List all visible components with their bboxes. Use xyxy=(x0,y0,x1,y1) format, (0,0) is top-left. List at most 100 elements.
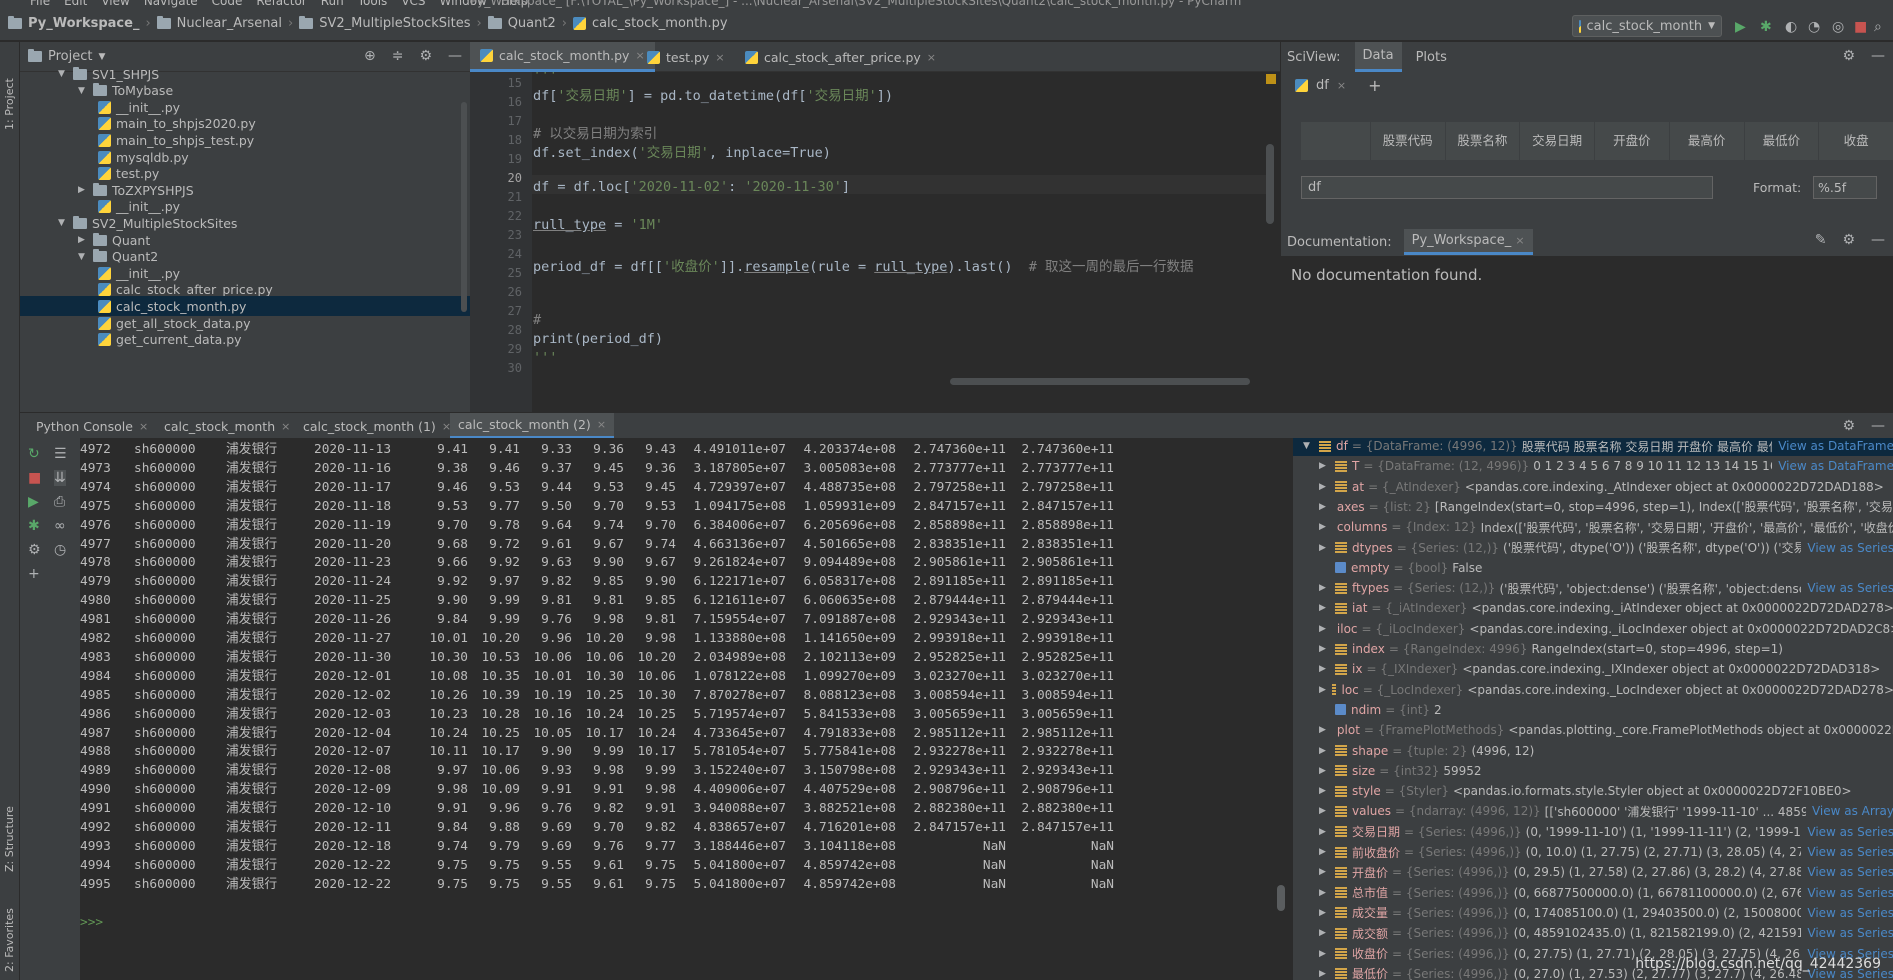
coverage-icon[interactable]: ◐ xyxy=(1785,19,1797,35)
view-as-link[interactable]: View as Series xyxy=(1801,845,1893,859)
close-icon[interactable]: × xyxy=(139,420,148,433)
history-icon[interactable]: ◷ xyxy=(54,542,66,558)
breadcrumb-item[interactable]: calc_stock_month.py xyxy=(592,16,728,31)
variable-row[interactable]: ▶ axes = {list: 2} [RangeIndex(start=0, sto… xyxy=(1293,497,1893,517)
variable-row[interactable]: ▶ ix = {_IXIndexer} <pandas.core.indexing._… xyxy=(1293,659,1893,679)
tab-calc-stock-month[interactable]: calc_stock_month.py × xyxy=(470,42,655,72)
chevron-right-icon[interactable]: ▶ xyxy=(1319,461,1329,471)
tab-calc-stock-month-run-1[interactable]: calc_stock_month (1) × xyxy=(295,413,459,439)
chevron-right-icon[interactable]: ▶ xyxy=(1319,644,1329,654)
view-as-link[interactable]: View as DataFrame xyxy=(1772,439,1893,453)
column-header[interactable]: 开盘价 xyxy=(1595,122,1670,160)
variable-row[interactable]: ▶ 交易日期 = {Series: (4996,)} (0, '1999-11-10'… xyxy=(1293,822,1893,842)
variable-row[interactable]: ▶ plot = {FramePlotMethods} <pandas.plottin… xyxy=(1293,720,1893,740)
column-header[interactable]: 股票代码 xyxy=(1371,122,1446,160)
console-scrollbar[interactable] xyxy=(1277,885,1285,911)
menu-item[interactable]: Tools xyxy=(358,0,388,8)
chevron-right-icon[interactable]: ▶ xyxy=(1319,522,1326,532)
menu-item[interactable]: View xyxy=(101,0,129,8)
stop-icon[interactable]: ■ xyxy=(1854,19,1867,35)
tab-data[interactable]: Data xyxy=(1354,42,1402,72)
search-icon[interactable]: ⌕ xyxy=(1874,19,1882,35)
dataframe-expression-input[interactable]: df xyxy=(1301,176,1713,199)
chevron-right-icon[interactable]: ▶ xyxy=(1319,786,1329,796)
minimize-icon[interactable]: — xyxy=(1871,232,1885,248)
variable-row[interactable]: ▶ 开盘价 = {Series: (4996,)} (0, 29.5) (1, 27.… xyxy=(1293,862,1893,882)
chevron-right-icon[interactable]: ▶ xyxy=(1319,867,1329,877)
column-header[interactable]: 最高价 xyxy=(1670,122,1745,160)
variable-row[interactable]: ▶ 成交量 = {Series: (4996,)} (0, 174085100.0) … xyxy=(1293,903,1893,923)
debug-icon[interactable]: ✱ xyxy=(28,518,40,534)
tab-calc-stock-after-price[interactable]: calc_stock_after_price.py × xyxy=(735,42,946,72)
stop-icon[interactable]: ■ xyxy=(28,470,41,486)
variable-row[interactable]: ▶ ftypes = {Series: (12,)} ('股票代码', 'object… xyxy=(1293,578,1893,598)
close-icon[interactable]: × xyxy=(1337,79,1346,92)
tab-plots[interactable]: Plots xyxy=(1416,50,1447,65)
view-as-link[interactable]: View as Array xyxy=(1805,804,1893,819)
chevron-right-icon[interactable]: ▶ xyxy=(78,185,88,195)
chevron-right-icon[interactable]: ▶ xyxy=(1319,583,1329,593)
view-as-link[interactable]: View as Series xyxy=(1801,824,1893,839)
breadcrumb-item[interactable]: Py_Workspace_ xyxy=(28,16,139,31)
concurrency-icon[interactable]: ◎ xyxy=(1832,19,1844,35)
variable-row[interactable]: ▶ index = {RangeIndex: 4996} RangeIndex(sta… xyxy=(1293,639,1893,659)
tab-py-workspace[interactable]: Py_Workspace_ × xyxy=(1403,229,1533,255)
chevron-right-icon[interactable]: ▶ xyxy=(1319,543,1329,553)
rerun-icon[interactable]: ↻ xyxy=(28,446,40,462)
project-tool-button[interactable]: 1: Project xyxy=(3,50,16,130)
variable-row[interactable]: ▶ iat = {_iAtIndexer} <pandas.core.indexing… xyxy=(1293,598,1893,618)
variable-row[interactable]: ▶ 成交额 = {Series: (4996,)} (0, 4859102435.0)… xyxy=(1293,923,1893,943)
variable-row[interactable]: ▼ df = {DataFrame: (4996, 12)} 股票代码 股票名称 交易… xyxy=(1293,438,1893,456)
chevron-down-icon[interactable]: ▼ xyxy=(58,218,68,228)
minimize-icon[interactable]: — xyxy=(1871,48,1885,64)
variable-row[interactable]: ▶ 前收盘价 = {Series: (4996,)} (0, 10.0) (1, 27… xyxy=(1293,842,1893,862)
view-as-link[interactable]: View as Series xyxy=(1801,540,1893,555)
run-configuration-select[interactable]: calc_stock_month ▼ xyxy=(1572,15,1722,37)
chevron-right-icon[interactable]: ▶ xyxy=(1319,603,1329,613)
column-header[interactable]: 股票名称 xyxy=(1446,122,1521,160)
variable-row[interactable]: ▶ at = {_AtIndexer} <pandas.core.indexing._… xyxy=(1293,477,1893,497)
chevron-right-icon[interactable]: ▶ xyxy=(1319,806,1329,816)
variable-row[interactable]: ▶ 总市值 = {Series: (4996,)} (0, 66877500000.0… xyxy=(1293,883,1893,903)
gear-icon[interactable]: ⚙ xyxy=(1842,48,1855,64)
menu-item[interactable]: Edit xyxy=(64,0,87,8)
chevron-right-icon[interactable]: ▶ xyxy=(1319,908,1329,918)
variable-row[interactable]: ▶ iloc = {_iLocIndexer} <pandas.core.indexi… xyxy=(1293,619,1893,639)
chevron-down-icon[interactable]: ▼ xyxy=(58,69,68,79)
variable-row[interactable]: ▶ size = {int32} 59952 xyxy=(1293,761,1893,781)
menu-item[interactable]: Code xyxy=(212,0,243,8)
editor-horizontal-scrollbar[interactable] xyxy=(950,378,1250,385)
breadcrumb-item[interactable]: Nuclear_Arsenal xyxy=(177,16,282,31)
add-icon[interactable]: + xyxy=(1368,76,1381,95)
variable-row[interactable]: ▶ dtypes = {Series: (12,)} ('股票代码', dtype('… xyxy=(1293,538,1893,558)
project-scrollbar[interactable] xyxy=(461,102,467,312)
variable-row[interactable]: ▶ style = {Styler} <pandas.io.formats.style… xyxy=(1293,781,1893,801)
chevron-right-icon[interactable]: ▶ xyxy=(1319,888,1329,898)
structure-tool-button[interactable]: Z: Structure xyxy=(3,792,16,872)
format-input[interactable]: %.5f xyxy=(1813,176,1877,199)
breadcrumb-item[interactable]: SV2_MultipleStockSites xyxy=(319,16,470,31)
view-as-link[interactable]: View as Series xyxy=(1801,885,1893,900)
show-variables-icon[interactable]: ∞ xyxy=(54,518,66,534)
view-as-link[interactable]: View as Series xyxy=(1801,905,1893,920)
menu-item[interactable]: File xyxy=(30,0,50,8)
chevron-right-icon[interactable]: ▶ xyxy=(1319,928,1329,938)
variable-row[interactable]: ▶ T = {DataFrame: (12, 4996)} 0 1 2 3 4 5 6… xyxy=(1293,456,1893,476)
tab-python-console[interactable]: Python Console × xyxy=(28,413,156,439)
chevron-right-icon[interactable]: ▶ xyxy=(1319,847,1329,857)
tab-calc-stock-month-run[interactable]: calc_stock_month × xyxy=(156,413,298,439)
variable-row[interactable]: ▶ shape = {tuple: 2} (4996, 12) xyxy=(1293,741,1893,761)
view-as-link[interactable]: View as Series xyxy=(1801,581,1893,596)
add-icon[interactable]: + xyxy=(28,566,40,582)
chevron-right-icon[interactable]: ▶ xyxy=(1319,624,1326,634)
chevron-right-icon[interactable]: ▶ xyxy=(1319,482,1329,492)
column-header[interactable]: 交易日期 xyxy=(1520,122,1596,160)
view-as-link[interactable]: View as Series xyxy=(1801,926,1893,941)
tab-test[interactable]: test.py × xyxy=(637,42,735,72)
run-icon[interactable]: ▶ xyxy=(1735,19,1746,35)
editor-scrollbar[interactable] xyxy=(1266,144,1274,224)
menu-item[interactable]: Refactor xyxy=(256,0,306,8)
chevron-right-icon[interactable]: ▶ xyxy=(1319,502,1326,512)
menu-item[interactable]: Run xyxy=(321,0,344,8)
variable-row[interactable]: ▶ columns = {Index: 12} Index(['股票代码', '股票名… xyxy=(1293,517,1893,537)
